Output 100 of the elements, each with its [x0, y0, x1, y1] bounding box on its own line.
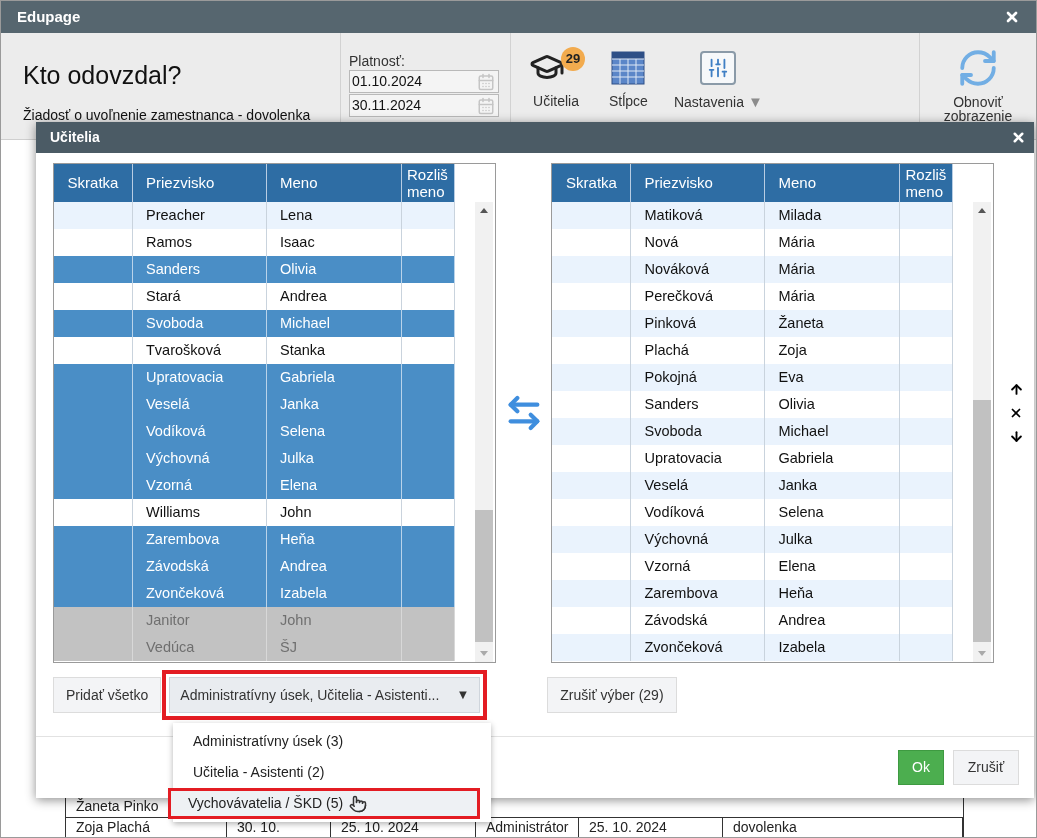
table-row[interactable]: Svoboda Michael	[552, 418, 954, 445]
scrollbar[interactable]	[973, 202, 992, 662]
name-cell-text: Mária	[778, 259, 815, 279]
add-all-button[interactable]: Pridať všetko	[53, 677, 162, 713]
name-cell-text: Janka	[280, 394, 319, 414]
page-title: Kto odovzdal?	[23, 60, 183, 91]
name-cell-text: Eva	[778, 367, 804, 387]
close-icon[interactable]	[1011, 130, 1026, 145]
table-row[interactable]: Zvončeková Izabela	[552, 634, 954, 661]
name-cell-text: Stanka	[280, 340, 326, 360]
table-row[interactable]: Veselá Janka	[552, 472, 954, 499]
surname-cell-text: Pokojná	[644, 367, 697, 387]
table-cell-text: Zoja Plachá	[76, 818, 150, 837]
table-row[interactable]: Upratovacia Gabriela	[54, 364, 455, 391]
calendar-icon[interactable]	[477, 96, 495, 115]
scrollbar-thumb[interactable]	[474, 510, 493, 642]
table-row[interactable]: Preacher Lena	[54, 202, 455, 229]
column-header[interactable]: Meno	[280, 171, 318, 195]
refresh-button[interactable]: Obnoviť zobrazenie	[933, 47, 1023, 139]
surname-cell-text: Vedúca	[146, 637, 195, 657]
scroll-down-icon[interactable]	[978, 651, 987, 656]
clear-selection-button[interactable]: Zrušiť výber (29)	[547, 677, 677, 713]
table-row[interactable]: Pinková Žaneta	[552, 310, 954, 337]
table-row[interactable]: Zvončeková Izabela	[54, 580, 455, 607]
toolbar-button[interactable]: Stĺpce	[609, 47, 648, 112]
name-cell-text: Žaneta	[778, 313, 824, 333]
table-row[interactable]: Vzorná Elena	[54, 472, 455, 499]
surname-cell-text: Vodíková	[644, 502, 705, 522]
surname-cell-text: Vzorná	[146, 475, 192, 495]
name-cell-text: Julka	[280, 448, 314, 468]
name-cell-text: Milada	[778, 205, 822, 225]
table-row[interactable]: Sanders Olivia	[54, 256, 455, 283]
column-header[interactable]: Rozliš meno	[407, 166, 454, 200]
column-header[interactable]: Skratka	[67, 171, 119, 195]
table-row[interactable]: Zarembova Heňa	[54, 526, 455, 553]
column-header[interactable]: Rozliš meno	[905, 166, 953, 200]
calendar-icon[interactable]	[477, 72, 495, 91]
scrollbar[interactable]	[474, 202, 493, 662]
table-row[interactable]: Matiková Milada	[552, 202, 954, 229]
date-field[interactable]: 30.11.2024	[349, 94, 499, 117]
surname-cell-text: Nová	[644, 232, 679, 252]
remove-icon[interactable]	[1009, 406, 1023, 420]
move-up-icon[interactable]	[1008, 382, 1024, 397]
column-header[interactable]: Skratka	[566, 171, 617, 195]
surname-cell-text: Závodská	[146, 556, 209, 576]
name-cell-text: Mária	[778, 232, 815, 252]
surname-cell-text: Svoboda	[146, 313, 204, 333]
table-row[interactable]: Nováková Mária	[552, 256, 954, 283]
scroll-up-icon[interactable]	[479, 208, 488, 213]
menu-item[interactable]: Vychovávatelia / ŠKD (5)	[168, 788, 480, 819]
count-badge: 29	[561, 47, 585, 71]
table-row[interactable]: Vodíková Selena	[54, 418, 455, 445]
column-header[interactable]: Meno	[778, 171, 816, 195]
menu-item[interactable]: Administratívny úsek (3)	[173, 726, 491, 757]
table-icon	[611, 51, 646, 85]
surname-cell-text: Upratovacia	[146, 367, 224, 387]
cancel-button[interactable]: Zrušiť	[953, 750, 1019, 785]
name-cell-text: Michael	[778, 421, 829, 441]
name-cell-text: Julka	[778, 529, 813, 549]
scroll-down-icon[interactable]	[479, 651, 488, 656]
table-row[interactable]: Svoboda Michael	[54, 310, 455, 337]
name-cell-text: Olivia	[280, 259, 317, 279]
table-cell-text: 25. 10. 2024	[341, 818, 419, 837]
surname-cell-text: Vodíková	[146, 421, 206, 441]
name-cell-text: Gabriela	[280, 367, 335, 387]
column-header[interactable]: Priezvisko	[146, 171, 215, 195]
name-cell-text: Gabriela	[778, 448, 834, 468]
surname-cell-text: Pinková	[644, 313, 697, 333]
table-row[interactable]: Výchovná Julka	[552, 526, 954, 553]
table-row[interactable]: Výchovná Julka	[54, 445, 455, 472]
table-row[interactable]: Pokojná Eva	[552, 364, 954, 391]
name-cell-text: Izabela	[280, 583, 327, 603]
close-icon[interactable]	[1004, 9, 1020, 25]
move-down-icon[interactable]	[1008, 429, 1024, 444]
name-cell-text: Izabela	[778, 637, 826, 657]
surname-cell-text: Veselá	[644, 475, 689, 495]
table-row[interactable]: Veselá Janka	[54, 391, 455, 418]
name-cell-text: Elena	[280, 475, 318, 495]
toolbar-button[interactable]: Nastavenia ▼	[673, 47, 763, 114]
surname-cell-text: Závodská	[644, 610, 708, 630]
name-cell-text: Andrea	[280, 556, 327, 576]
scrollbar-thumb[interactable]	[973, 400, 992, 642]
table-row[interactable]: Zarembova Heňa	[552, 580, 954, 607]
name-cell-text: Isaac	[280, 232, 315, 252]
surname-cell-text: Janitor	[146, 610, 190, 630]
table-row[interactable]: Závodská Andrea	[54, 553, 455, 580]
name-cell-text: Mária	[778, 286, 815, 306]
date-field[interactable]: 01.10.2024	[349, 70, 499, 93]
name-cell-text: Andrea	[280, 286, 327, 306]
toolbar-button[interactable]: 29 Učitelia	[529, 47, 583, 112]
column-header[interactable]: Priezvisko	[644, 171, 713, 195]
filter-dropdown[interactable]: Administratívny úsek, Učitelia - Asistenti... ▼	[169, 677, 481, 713]
surname-cell-text: Matiková	[644, 205, 703, 225]
surname-cell-text: Preacher	[146, 205, 205, 225]
refresh-icon[interactable]	[957, 47, 999, 89]
surname-cell-text: Zvončeková	[644, 637, 723, 657]
sliders-icon	[700, 51, 737, 85]
table-cell-text: dovolenka	[733, 818, 797, 837]
menu-item[interactable]: Učitelia - Asistenti (2)	[173, 757, 491, 788]
scroll-up-icon[interactable]	[978, 208, 987, 213]
